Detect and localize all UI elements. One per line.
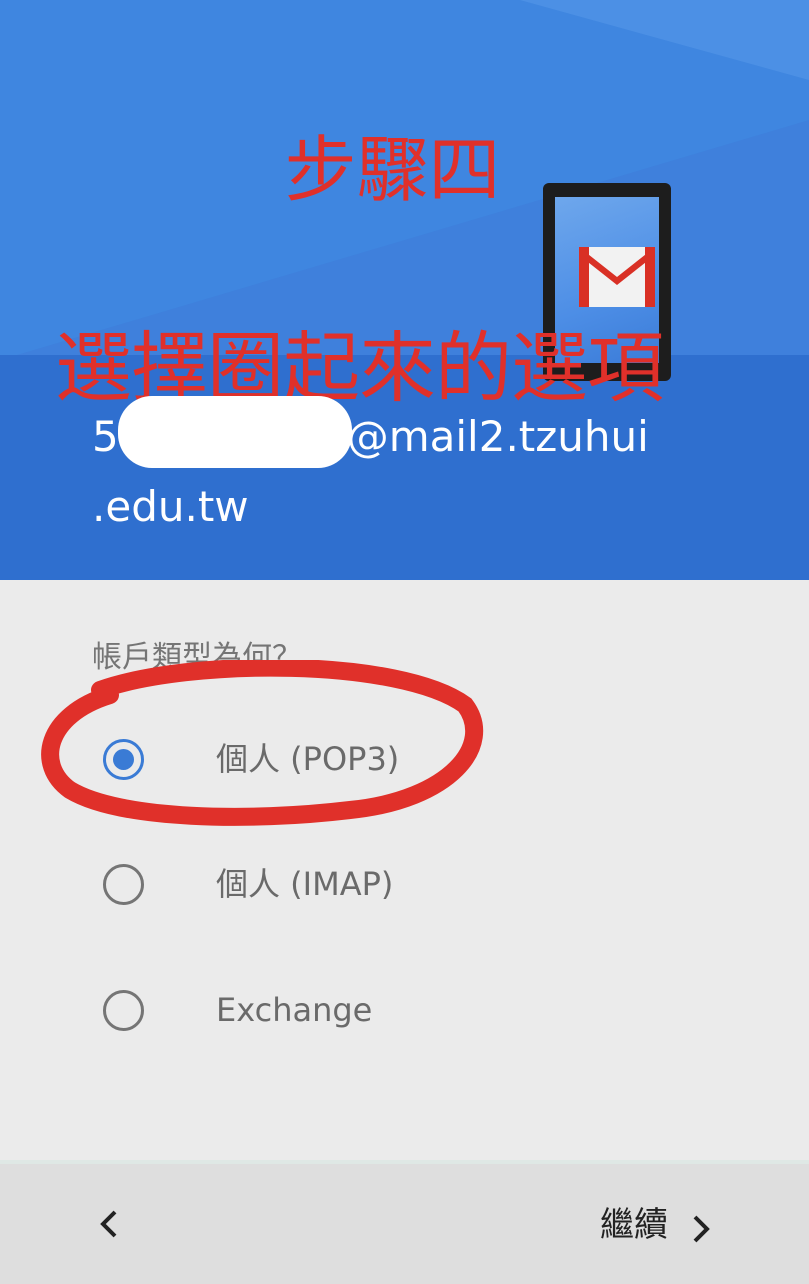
radio-button[interactable] [103, 990, 144, 1031]
option-label: 個人 (POP3) [216, 740, 400, 778]
option-exchange[interactable]: Exchange [0, 968, 809, 1058]
account-header: 步驟四 選擇圈起來的選項 5 @mail2.tzuhui .edu.tw [0, 0, 809, 580]
option-pop3[interactable]: 個人 (POP3) [0, 717, 809, 807]
email-suffix: @mail2.tzuhui [346, 412, 649, 461]
back-button[interactable] [80, 1194, 140, 1254]
navigation-footer: 繼續 [0, 1160, 809, 1284]
continue-button[interactable]: 繼續 [600, 1200, 715, 1260]
radio-button-selected[interactable] [103, 739, 144, 780]
radio-button[interactable] [103, 864, 144, 905]
annotation-step-title: 步驟四 [284, 128, 501, 212]
option-label: Exchange [216, 991, 373, 1029]
account-type-question: 帳戶類型為何？ [92, 640, 302, 675]
redaction-mark [118, 396, 352, 468]
continue-label: 繼續 [600, 1205, 668, 1245]
option-label: 個人 (IMAP) [216, 865, 394, 903]
chevron-right-icon [693, 1215, 710, 1242]
email-address-line2: .edu.tw [92, 482, 249, 531]
option-imap[interactable]: 個人 (IMAP) [0, 842, 809, 932]
chevron-left-icon [100, 1210, 117, 1238]
radio-dot-icon [113, 749, 134, 770]
email-prefix: 5 [92, 412, 119, 461]
gmail-icon [579, 247, 655, 307]
